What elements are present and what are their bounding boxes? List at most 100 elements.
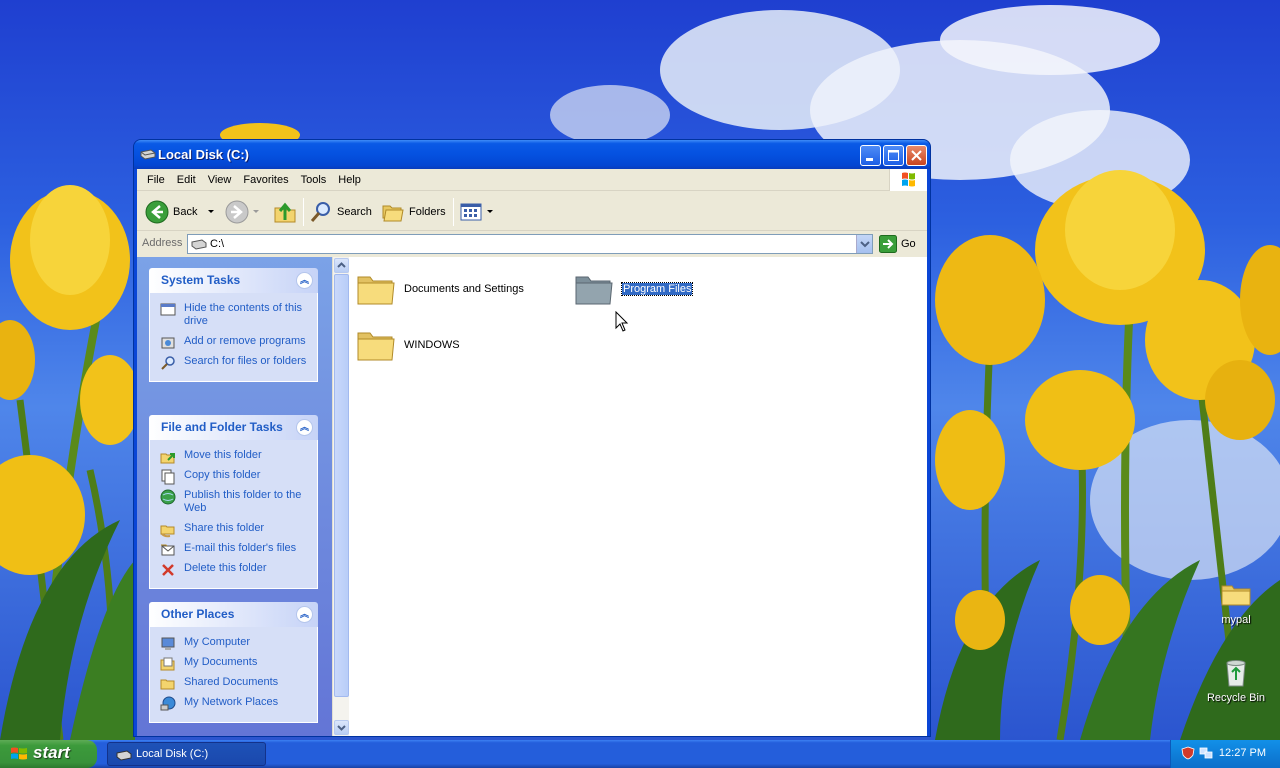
place-shared-documents[interactable]: Shared Documents <box>160 676 311 690</box>
toolbar-separator <box>303 198 304 226</box>
chevron-down-icon <box>487 210 493 213</box>
address-input[interactable]: C:\ <box>187 234 873 254</box>
task-hide-contents[interactable]: Hide the contents of this drive <box>160 302 311 328</box>
chevron-up-icon <box>337 262 346 268</box>
file-folder-tasks-title: File and Folder Tasks <box>161 420 283 434</box>
folder-icon <box>357 276 395 305</box>
address-dropdown-button[interactable] <box>856 235 872 253</box>
window-client: FileEditViewFavoritesToolsHelp Back <box>137 169 927 736</box>
search-label: Search <box>337 206 372 218</box>
shared-documents-icon <box>160 679 175 690</box>
file-folder-tasks-panel: File and Folder Tasks ︽ Move this folder… <box>149 415 318 589</box>
start-button[interactable]: start <box>0 740 97 768</box>
task-copy-folder[interactable]: Copy this folder <box>160 469 311 485</box>
other-places-title: Other Places <box>161 607 235 621</box>
security-shield-icon[interactable] <box>1181 746 1195 760</box>
file-folder-tasks-body: Move this folder Copy this folder Publis… <box>149 440 318 589</box>
drive-icon <box>191 239 207 250</box>
folder-icon <box>357 332 395 361</box>
address-value: C:\ <box>210 238 225 250</box>
views-button[interactable] <box>459 199 495 225</box>
maximize-button[interactable] <box>883 145 904 166</box>
toolbar-separator <box>453 198 454 226</box>
place-my-computer[interactable]: My Computer <box>160 636 311 650</box>
scroll-up-button[interactable] <box>334 258 349 273</box>
menu-tools[interactable]: Tools <box>295 169 333 191</box>
drive-icon <box>140 148 156 163</box>
system-tasks-header[interactable]: System Tasks ︽ <box>149 268 318 293</box>
back-arrow-icon <box>145 200 169 224</box>
network-places-icon <box>160 696 176 711</box>
folders-icon <box>382 205 404 222</box>
go-arrow-icon <box>879 235 897 253</box>
task-move-folder[interactable]: Move this folder <box>160 449 311 464</box>
up-folder-button[interactable] <box>273 199 297 225</box>
chevron-down-icon <box>208 210 214 213</box>
search-icon <box>161 356 175 370</box>
place-network-places[interactable]: My Network Places <box>160 696 311 711</box>
copy-folder-icon <box>161 469 175 485</box>
task-pane-scrollbar[interactable] <box>332 257 349 736</box>
task-delete-folder[interactable]: Delete this folder <box>160 562 311 576</box>
other-places-header[interactable]: Other Places ︽ <box>149 602 318 627</box>
menu-bar: File Edit View Favorites Tools Help <box>137 169 927 191</box>
up-folder-icon <box>274 202 296 223</box>
taskbar: start Local Disk (C:) 12:27 PM <box>0 740 1280 768</box>
desktop-icon-mypal[interactable]: mypal <box>1196 578 1276 626</box>
collapse-icon[interactable]: ︽ <box>296 419 313 436</box>
hide-contents-icon <box>160 303 176 316</box>
task-publish-web[interactable]: Publish this folder to the Web <box>160 489 311 515</box>
folder-name: WINDOWS <box>404 339 460 351</box>
back-label: Back <box>173 206 198 218</box>
share-folder-icon <box>160 525 175 538</box>
mouse-cursor-icon <box>615 311 629 332</box>
menu-edit[interactable]: Edit <box>171 169 202 191</box>
taskbar-item-local-disk[interactable]: Local Disk (C:) <box>107 742 266 766</box>
scroll-down-button[interactable] <box>334 720 349 735</box>
task-search-files[interactable]: Search for files or folders <box>160 355 311 370</box>
folders-button[interactable]: Folders <box>381 199 447 225</box>
go-label: Go <box>901 238 916 250</box>
delete-icon <box>162 564 174 576</box>
network-icon[interactable] <box>1199 746 1213 760</box>
close-icon <box>911 150 922 161</box>
toolbar: Back Search Folders <box>137 192 927 231</box>
forward-button[interactable] <box>225 199 261 225</box>
menu-view[interactable]: View <box>202 169 238 191</box>
back-button[interactable]: Back <box>145 199 215 225</box>
email-icon <box>161 544 175 556</box>
desktop-icon-recycle-bin[interactable]: Recycle Bin <box>1196 656 1276 704</box>
menu-favorites[interactable]: Favorites <box>237 169 294 191</box>
explorer-window: Local Disk (C:) File Edit View Favorites Too… <box>133 139 931 737</box>
folder-icon <box>575 276 613 305</box>
close-button[interactable] <box>906 145 927 166</box>
menu-file[interactable]: File <box>141 169 171 191</box>
minimize-button[interactable] <box>860 145 881 166</box>
task-email-files[interactable]: E-mail this folder's files <box>160 542 311 556</box>
desktop-icon-label: mypal <box>1221 614 1251 626</box>
chevron-down-icon <box>860 241 870 248</box>
task-share-folder[interactable]: Share this folder <box>160 522 311 538</box>
minimize-icon <box>866 158 873 161</box>
address-label: Address <box>142 237 183 249</box>
window-title: Local Disk (C:) <box>158 147 250 162</box>
other-places-panel: Other Places ︽ My Computer My Documents <box>149 602 318 723</box>
search-icon <box>310 202 330 222</box>
chevron-down-icon <box>253 210 259 213</box>
folder-name: Documents and Settings <box>404 283 524 295</box>
file-folder-tasks-header[interactable]: File and Folder Tasks ︽ <box>149 415 318 440</box>
scroll-thumb[interactable] <box>334 274 349 697</box>
search-button[interactable]: Search <box>309 199 375 225</box>
task-add-remove-programs[interactable]: Add or remove programs <box>160 335 311 349</box>
collapse-icon[interactable]: ︽ <box>296 606 313 623</box>
title-bar[interactable]: Local Disk (C:) <box>134 140 930 169</box>
menu-help[interactable]: Help <box>332 169 367 191</box>
collapse-icon[interactable]: ︽ <box>296 272 313 289</box>
publish-web-icon <box>160 489 176 505</box>
content-area: System Tasks ︽ Hide the contents of this… <box>137 257 927 736</box>
recycle-bin-icon <box>1220 656 1252 688</box>
views-icon <box>460 203 482 221</box>
place-my-documents[interactable]: My Documents <box>160 656 311 671</box>
other-places-body: My Computer My Documents Shared Document… <box>149 627 318 723</box>
windows-logo-icon <box>889 169 927 191</box>
